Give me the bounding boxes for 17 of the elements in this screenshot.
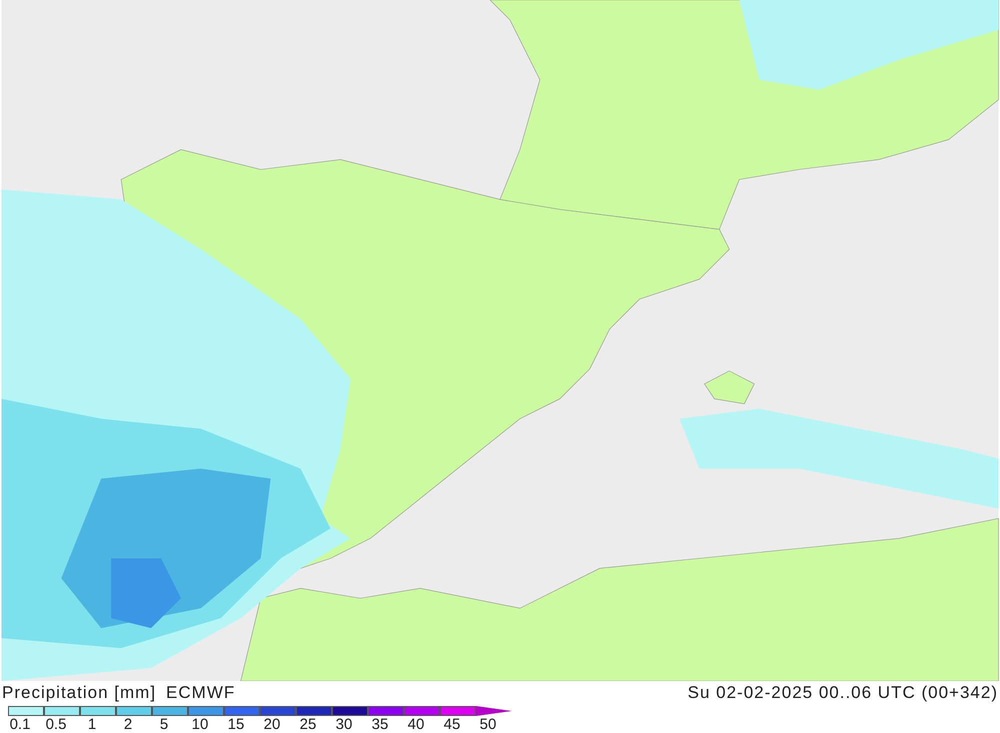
valid-time: Su 02-02-2025 00..06 UTC (00+342) bbox=[688, 683, 998, 703]
legend-label: 50 bbox=[478, 716, 498, 733]
legend-label: 1 bbox=[86, 716, 98, 733]
legend-label: 45 bbox=[442, 716, 462, 733]
legend-label: 10 bbox=[190, 716, 210, 733]
legend-label: 15 bbox=[226, 716, 246, 733]
legend-label: 0.5 bbox=[44, 716, 68, 733]
legend-label: 20 bbox=[262, 716, 282, 733]
legend-label: 2 bbox=[122, 716, 134, 733]
legend-label: 40 bbox=[406, 716, 426, 733]
legend-label: 35 bbox=[370, 716, 390, 733]
legend-label: 0.1 bbox=[8, 716, 32, 733]
legend-label: 25 bbox=[298, 716, 318, 733]
map-title: Precipitation [mm] bbox=[2, 683, 156, 703]
legend-label: 5 bbox=[158, 716, 170, 733]
legend-label: 30 bbox=[334, 716, 354, 733]
model-name: ECMWF bbox=[166, 683, 236, 703]
